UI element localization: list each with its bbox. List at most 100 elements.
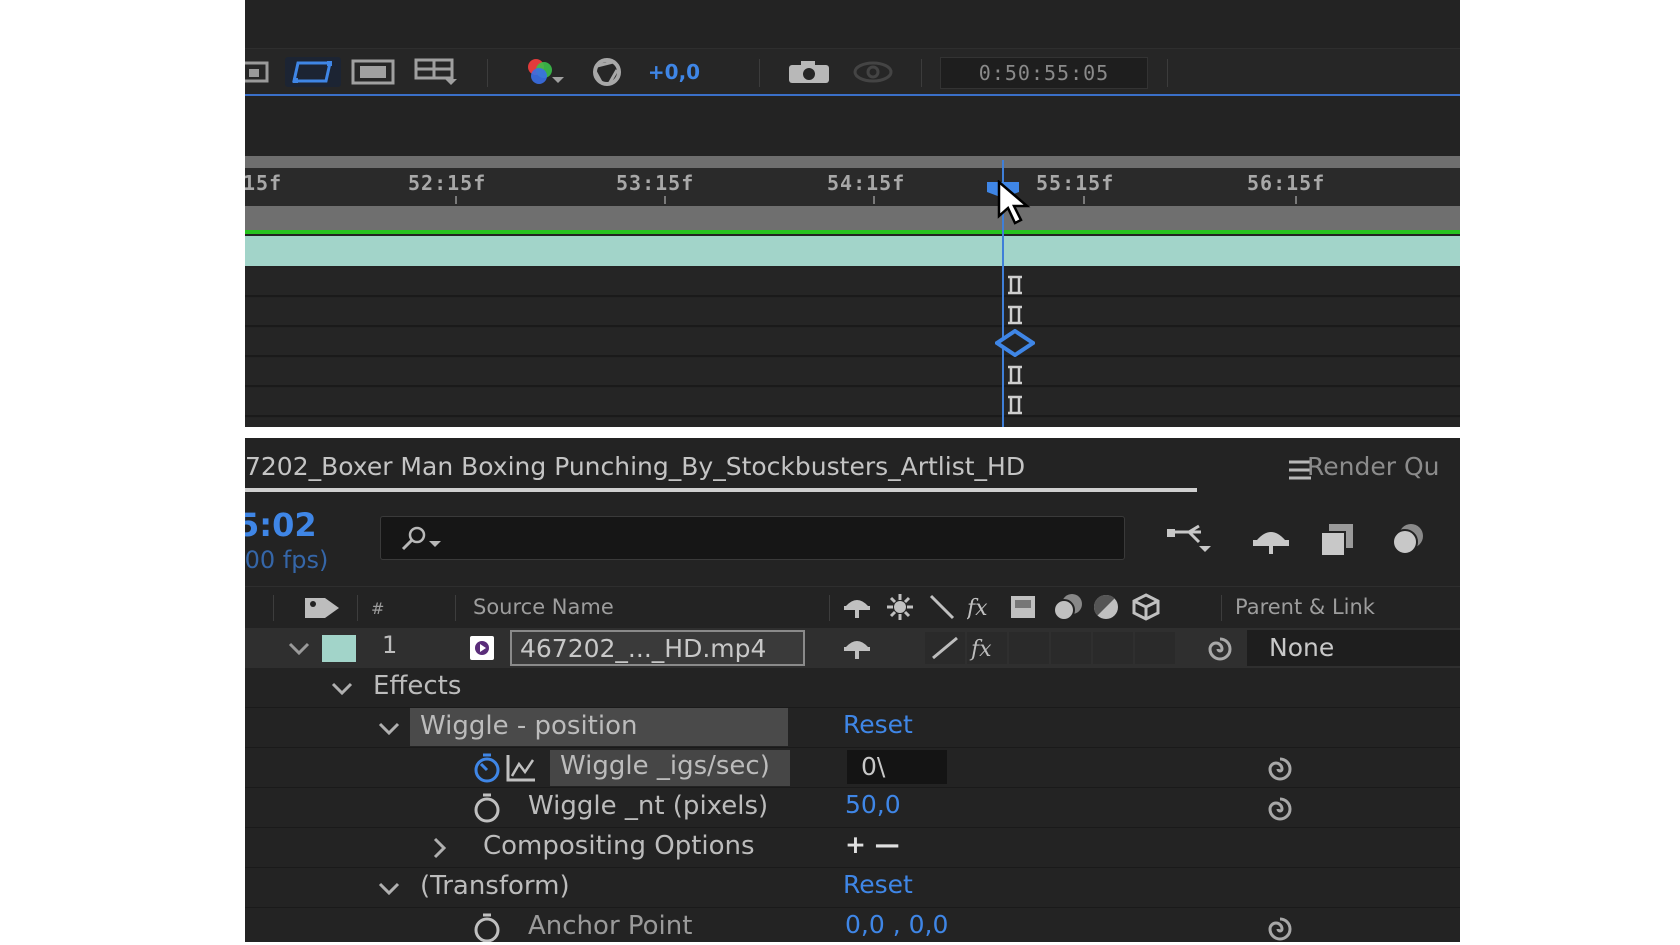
quality-switch[interactable]	[925, 632, 965, 664]
collapse-transform-icon[interactable]	[885, 592, 915, 622]
render-queue-tab[interactable]: Render Qu	[1307, 452, 1439, 481]
grid-guides-icon[interactable]	[411, 57, 461, 87]
column-separator	[273, 595, 274, 621]
rgb-channels-icon[interactable]	[519, 57, 565, 87]
compositing-options-row[interactable]: Compositing Options + —	[245, 828, 1460, 868]
toolbar-separator	[487, 59, 488, 87]
frame-blending-icon[interactable]	[1317, 520, 1361, 560]
wiggle-frequency-label: Wiggle _igs/sec)	[560, 751, 770, 781]
adjustment-layer-icon[interactable]	[1091, 592, 1121, 622]
layer-column-header: # Source Name fx Parent & Link	[245, 586, 1460, 626]
ruler-tick-label: 15f	[245, 171, 283, 195]
add-remove-mask-buttons[interactable]: + —	[845, 830, 900, 859]
keyframe-marker-icon[interactable]	[1005, 305, 1025, 325]
wiggle-amount-value[interactable]: 50,0	[845, 790, 901, 819]
wiggle-frequency-input[interactable]: 0\	[847, 750, 947, 784]
stopwatch-icon[interactable]	[471, 792, 503, 824]
render-cache-indicator	[245, 230, 1460, 234]
show-snapshot-icon[interactable]	[849, 57, 897, 87]
label-tag-icon[interactable]	[301, 592, 343, 622]
time-ruler[interactable]: 15f 52:15f 53:15f 54:15f 55:15f 56:15f	[245, 168, 1460, 206]
comp-flowchart-icon[interactable]	[1165, 520, 1211, 560]
reset-effect-link[interactable]: Reset	[843, 710, 913, 739]
work-area-bar[interactable]	[245, 206, 1460, 232]
keyframe-diamond-icon[interactable]	[993, 328, 1037, 358]
anchor-point-value[interactable]: 0,0 , 0,0	[845, 910, 948, 939]
layer-row[interactable]: 1 467202_..._HD.mp4 fx None	[245, 628, 1460, 668]
current-time-display[interactable]: 0:50:55:05	[940, 57, 1148, 89]
column-separator	[357, 595, 358, 621]
layer-name-field[interactable]: 467202_..._HD.mp4	[510, 630, 805, 666]
chevron-down-icon[interactable]	[287, 636, 311, 660]
transform-group-row[interactable]: (Transform) Reset	[245, 868, 1460, 908]
property-track	[245, 268, 1460, 297]
current-time-display[interactable]: 5:02	[245, 506, 317, 544]
safe-margins-icon[interactable]	[349, 57, 397, 87]
wiggle-amount-row[interactable]: Wiggle _nt (pixels) 50,0	[245, 788, 1460, 828]
property-track	[245, 418, 1460, 427]
property-pickwhip-icon[interactable]	[1265, 794, 1295, 824]
effect-switch-fx-icon[interactable]: fx	[967, 632, 1007, 664]
column-separator	[829, 595, 830, 621]
property-pickwhip-icon[interactable]	[1265, 914, 1295, 942]
3d-layer-icon[interactable]	[1131, 592, 1161, 622]
svg-text:fx: fx	[967, 596, 988, 621]
keyframe-marker-icon[interactable]	[1005, 395, 1025, 415]
chevron-right-icon[interactable]	[427, 836, 451, 860]
keyframe-marker-icon[interactable]	[1005, 275, 1025, 295]
layer-name-text: 467202_..._HD.mp4	[520, 633, 767, 663]
reset-transform-link[interactable]: Reset	[843, 870, 913, 899]
stopwatch-active-icon[interactable]	[471, 752, 503, 784]
mask-visibility-icon[interactable]	[285, 57, 341, 87]
snapshot-camera-icon[interactable]	[785, 57, 833, 87]
ruler-tick-label: 53:15f	[616, 171, 695, 195]
keyframe-marker-icon[interactable]	[1005, 365, 1025, 385]
frame-blend-switch[interactable]	[1009, 632, 1049, 664]
draft-3d-icon[interactable]	[1249, 520, 1293, 560]
parent-pickwhip-icon[interactable]	[1205, 634, 1235, 664]
compositing-options-label: Compositing Options	[483, 831, 755, 861]
composition-tab[interactable]: 7202_Boxer Man Boxing Punching_By_Stockb…	[245, 452, 1025, 481]
viewer-toolbar: +0,0 0:50:55:05	[245, 48, 1460, 96]
quality-icon[interactable]	[927, 592, 957, 622]
layer-label-color[interactable]	[322, 635, 356, 662]
adjustment-switch[interactable]	[1093, 632, 1133, 664]
active-tab-indicator	[245, 488, 1197, 492]
parent-dropdown[interactable]: None	[1247, 630, 1460, 666]
property-track	[245, 328, 1460, 357]
3d-layer-switch[interactable]	[1135, 632, 1175, 664]
chevron-down-icon[interactable]	[377, 876, 401, 900]
mouse-cursor-icon	[995, 179, 1035, 226]
transform-label: (Transform)	[420, 871, 570, 901]
reset-exposure-icon[interactable]	[585, 57, 629, 87]
anchor-point-row[interactable]: Anchor Point 0,0 , 0,0	[245, 908, 1460, 942]
wiggle-frequency-row[interactable]: Wiggle _igs/sec) 0\	[245, 748, 1460, 788]
toolbar-separator	[1167, 59, 1168, 87]
ruler-tick-mark	[1083, 196, 1085, 204]
frame-blend-column-icon[interactable]	[1008, 592, 1038, 622]
parent-link-header[interactable]: Parent & Link	[1235, 595, 1375, 619]
property-pickwhip-icon[interactable]	[1265, 754, 1295, 784]
wiggle-position-row[interactable]: Wiggle - position Reset	[245, 708, 1460, 748]
source-name-header[interactable]: Source Name	[473, 595, 614, 619]
layer-duration-bar[interactable]	[245, 236, 1460, 266]
timeline-panel: +0,0 0:50:55:05 15f 52:15f 53:15f 54:15f…	[245, 0, 1460, 427]
motion-blur-icon[interactable]	[1385, 520, 1429, 560]
motion-blur-column-icon[interactable]	[1048, 592, 1086, 622]
region-of-interest-icon[interactable]	[245, 57, 273, 87]
svg-text:#: #	[371, 599, 384, 618]
chevron-down-icon[interactable]	[330, 676, 354, 700]
shy-icon[interactable]	[842, 592, 872, 622]
search-icon	[399, 525, 443, 553]
effects-group-row[interactable]: Effects	[245, 668, 1460, 708]
chevron-down-icon[interactable]	[377, 716, 401, 740]
exposure-value[interactable]: +0,0	[639, 57, 709, 87]
graph-editor-icon[interactable]	[505, 752, 537, 784]
motion-blur-switch[interactable]	[1051, 632, 1091, 664]
effect-fx-icon[interactable]: fx	[965, 592, 997, 622]
time-navigator-bar[interactable]	[245, 156, 1460, 168]
stopwatch-icon[interactable]	[471, 912, 503, 942]
shy-switch-icon[interactable]	[842, 633, 872, 663]
layer-search-input[interactable]	[380, 516, 1125, 560]
ruler-tick-mark	[873, 196, 875, 204]
